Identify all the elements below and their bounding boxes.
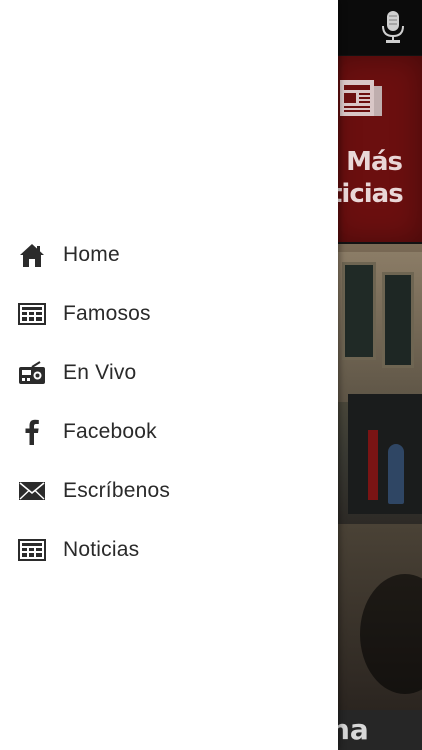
home-icon bbox=[17, 240, 47, 270]
bottom-caption-strip: na bbox=[330, 710, 422, 750]
microphone-button[interactable] bbox=[378, 10, 408, 44]
menu-item-label: Famosos bbox=[63, 301, 151, 325]
envelope-icon bbox=[17, 476, 47, 506]
newspaper-icon bbox=[17, 535, 47, 565]
news-photo[interactable] bbox=[330, 244, 422, 710]
menu-item-label: Noticias bbox=[63, 537, 140, 561]
menu-item-en-vivo[interactable]: En Vivo bbox=[0, 343, 338, 402]
menu-item-famosos[interactable]: Famosos bbox=[0, 284, 338, 343]
drawer-menu: Home Famosos En Vivo Facebook Escríbenos… bbox=[0, 225, 338, 579]
microphone-icon bbox=[378, 10, 408, 44]
radio-icon bbox=[17, 358, 47, 388]
menu-item-escribenos[interactable]: Escríbenos bbox=[0, 461, 338, 520]
more-news-label: Más ticias bbox=[330, 147, 404, 209]
navigation-drawer: Home Famosos En Vivo Facebook Escríbenos… bbox=[0, 0, 338, 750]
menu-item-facebook[interactable]: Facebook bbox=[0, 402, 338, 461]
more-news-tile[interactable]: Más ticias bbox=[330, 56, 422, 242]
newspaper-icon bbox=[17, 299, 47, 329]
menu-item-label: Escríbenos bbox=[63, 478, 171, 502]
menu-item-label: Facebook bbox=[63, 419, 157, 443]
facebook-icon bbox=[17, 417, 47, 447]
newspaper-icon bbox=[338, 76, 384, 120]
menu-item-label: En Vivo bbox=[63, 360, 137, 384]
menu-item-home[interactable]: Home bbox=[0, 225, 338, 284]
menu-item-noticias[interactable]: Noticias bbox=[0, 520, 338, 579]
menu-item-label: Home bbox=[63, 242, 120, 266]
